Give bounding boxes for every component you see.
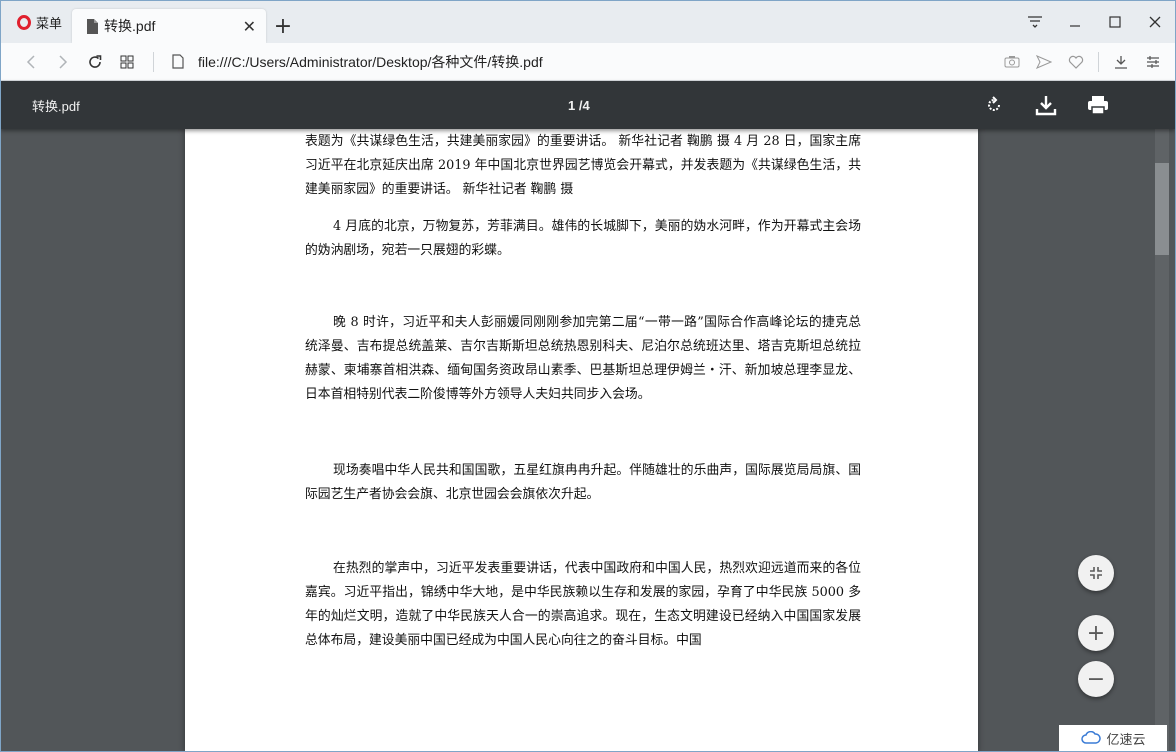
rotate-icon[interactable] <box>980 91 1008 119</box>
send-icon[interactable] <box>1028 46 1060 78</box>
opera-logo-icon <box>17 14 31 30</box>
tab-menu-icon[interactable] <box>1015 1 1055 43</box>
divider <box>1098 51 1099 72</box>
url-field[interactable]: file:///C:/Users/Administrator/Desktop/各… <box>198 52 996 72</box>
page-info-icon[interactable] <box>164 54 192 69</box>
back-icon[interactable] <box>15 46 47 78</box>
download-icon[interactable] <box>1032 91 1060 119</box>
paragraph: 现场奏唱中华人民共和国国歌，五星红旗冉冉升起。伴随雄壮的乐曲声，国际展览局局旗、… <box>305 463 861 502</box>
zoom-out-button[interactable]: − <box>1078 661 1114 697</box>
document-icon <box>87 18 99 34</box>
maximize-icon[interactable] <box>1095 1 1135 43</box>
watermark: 亿速云 <box>1059 725 1167 751</box>
print-icon[interactable] <box>1084 91 1112 119</box>
window-controls <box>1015 1 1175 43</box>
address-actions <box>996 46 1169 78</box>
scrollbar[interactable] <box>1155 129 1169 751</box>
reload-icon[interactable] <box>79 46 111 78</box>
pdf-file-name: 转换.pdf <box>32 98 80 114</box>
paragraph: 晚 8 时许，习近平和夫人彭丽媛同刚刚参加完第二届“一带一路”国际合作高峰论坛的… <box>305 315 861 402</box>
paragraph: 在热烈的掌声中，习近平发表重要讲话，代表中国政府和中国人民，热烈欢迎远道而来的各… <box>305 561 861 648</box>
divider <box>153 51 154 72</box>
camera-icon[interactable] <box>996 46 1028 78</box>
pdf-page: 表题为《共谋绿色生活，共建美丽家园》的重要讲话。 新华社记者 鞠鹏 摄 4 月 … <box>185 129 978 751</box>
scrollbar-thumb[interactable] <box>1155 163 1169 255</box>
zoom-in-button[interactable]: + <box>1078 615 1114 651</box>
tab-strip: 菜单 转换.pdf ✕ + <box>1 1 1175 43</box>
speed-dial-icon[interactable] <box>111 46 143 78</box>
fit-to-page-icon[interactable] <box>1078 555 1114 591</box>
forward-icon[interactable] <box>47 46 79 78</box>
pdf-viewer[interactable]: 表题为《共谋绿色生活，共建美丽家园》的重要讲话。 新华社记者 鞠鹏 摄 4 月 … <box>1 129 1175 751</box>
opera-menu-button[interactable]: 菜单 <box>1 1 72 43</box>
menu-label: 菜单 <box>36 16 63 32</box>
page-indicator[interactable]: 1 /4 <box>568 98 590 113</box>
downloads-icon[interactable] <box>1105 46 1137 78</box>
paragraph: 4 月底的北京，万物复苏，芳菲满目。雄伟的长城脚下，美丽的妫水河畔，作为开幕式主… <box>305 219 861 258</box>
browser-window: 菜单 转换.pdf ✕ + file:///C:/Users/Administr… <box>0 0 1176 752</box>
heart-icon[interactable] <box>1060 46 1092 78</box>
tab-active[interactable]: 转换.pdf ✕ <box>72 9 267 43</box>
paragraph: 表题为《共谋绿色生活，共建美丽家园》的重要讲话。 新华社记者 鞠鹏 摄 4 月 … <box>305 134 861 197</box>
pdf-toolbar: 转换.pdf 1 /4 <box>1 81 1175 129</box>
window-close-icon[interactable] <box>1135 1 1175 43</box>
watermark-text: 亿速云 <box>1106 732 1146 748</box>
tab-close-icon[interactable]: ✕ <box>243 17 256 36</box>
cloud-logo-icon <box>1081 731 1102 744</box>
minimize-icon[interactable] <box>1055 1 1095 43</box>
address-bar: file:///C:/Users/Administrator/Desktop/各… <box>1 43 1175 81</box>
easy-setup-icon[interactable] <box>1137 46 1169 78</box>
tab-title: 转换.pdf <box>104 18 156 34</box>
new-tab-button[interactable]: + <box>266 9 300 43</box>
